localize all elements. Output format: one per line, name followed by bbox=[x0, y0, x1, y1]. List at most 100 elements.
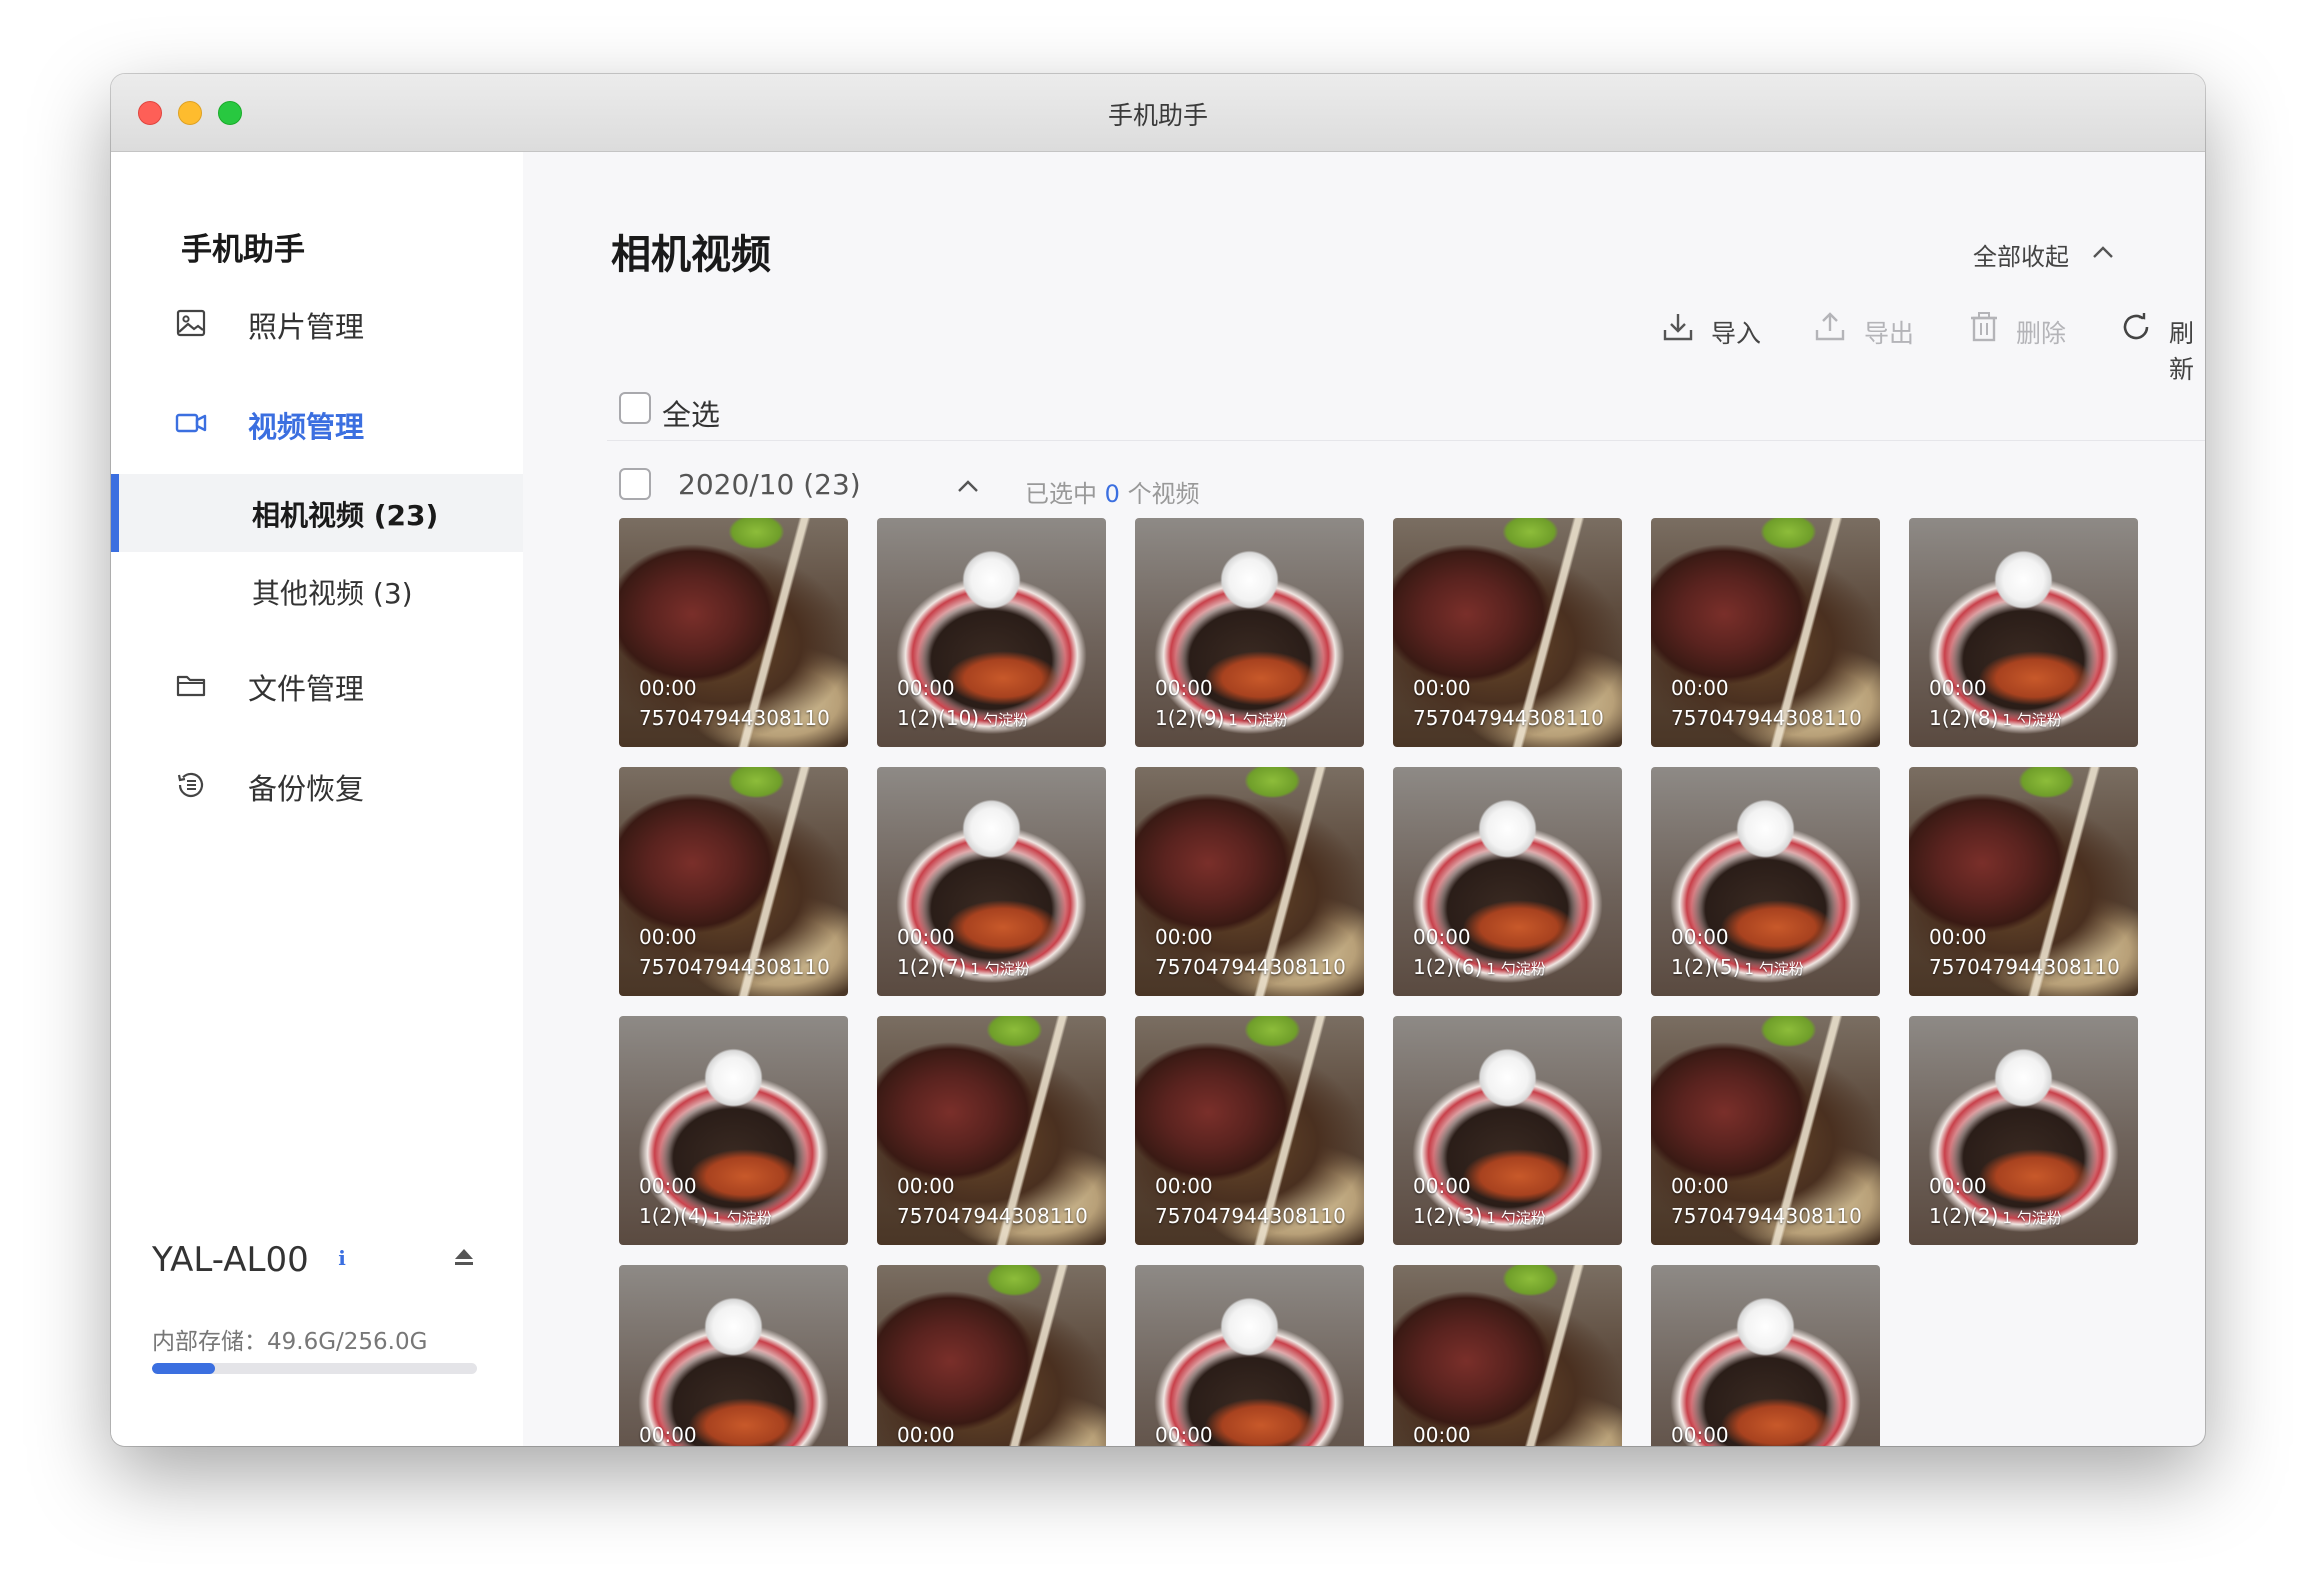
video-name-text: 1(2)(9) bbox=[1155, 706, 1225, 730]
sidebar-item-files[interactable]: 文件管理 bbox=[111, 648, 523, 722]
selected-info: 已选中 0 个视频 bbox=[1025, 474, 1200, 509]
video-name-text: 1(2)(6) bbox=[1413, 955, 1483, 979]
export-button[interactable]: 导出 bbox=[1864, 314, 1914, 350]
video-duration: 00:00 bbox=[1155, 1423, 1213, 1446]
video-duration: 00:00 bbox=[1155, 676, 1213, 700]
video-thumbnail[interactable]: 00:00 1(2)(4) 1 勺淀粉 bbox=[619, 1016, 848, 1245]
video-overlay-text: 1 勺淀粉 bbox=[2002, 1209, 2062, 1227]
import-button[interactable]: 导入 bbox=[1711, 314, 1761, 350]
refresh-icon[interactable] bbox=[2119, 310, 2153, 344]
video-name: 1(2)(8) 1 勺淀粉 bbox=[1929, 706, 2062, 730]
storage-bar-fill bbox=[152, 1363, 216, 1374]
video-name-text: 1(2)(10) bbox=[897, 706, 980, 730]
video-duration: 00:00 bbox=[1671, 1423, 1729, 1446]
export-icon[interactable] bbox=[1813, 310, 1847, 344]
select-all-checkbox[interactable] bbox=[619, 392, 651, 424]
sidebar-item-videos[interactable]: 视频管理 bbox=[111, 386, 523, 460]
video-duration: 00:00 bbox=[639, 1423, 697, 1446]
info-icon[interactable]: i bbox=[329, 1245, 355, 1271]
video-duration: 00:00 bbox=[639, 676, 697, 700]
sidebar-item-backup[interactable]: 备份恢复 bbox=[111, 748, 523, 822]
sidebar-subitem-label: 其他视频 (3) bbox=[252, 577, 413, 610]
chevron-up-icon[interactable] bbox=[2090, 240, 2116, 264]
video-thumbnail[interactable]: 00:00757047944308110 bbox=[1909, 767, 2138, 996]
video-thumbnail[interactable]: 00:00 1(2)(10) 勺淀粉 bbox=[877, 518, 1106, 747]
collapse-all-button[interactable]: 全部收起 bbox=[1973, 237, 2069, 272]
delete-button[interactable]: 删除 bbox=[2016, 314, 2066, 350]
chevron-up-icon[interactable] bbox=[955, 474, 981, 498]
video-name: 757047944308110 bbox=[639, 706, 830, 730]
video-duration: 00:00 bbox=[897, 1174, 955, 1198]
video-thumbnail[interactable]: 00:00757047944308110 bbox=[1651, 518, 1880, 747]
sidebar: 手机助手 照片管理 视频管理 相机视频 (23) 其他视频 (3) 文件管理 备… bbox=[111, 152, 523, 1446]
video-thumbnail[interactable]: 00:00 1(2)(5) 1 勺淀粉 bbox=[1651, 767, 1880, 996]
refresh-button[interactable]: 刷新 bbox=[2169, 314, 2205, 386]
page-title: 相机视频 bbox=[611, 232, 771, 278]
main-panel: 相机视频 全部收起 全选 导入 导出 删除 刷新 2020/10 (23) 已选… bbox=[523, 152, 2205, 1446]
video-name: 757047944308110 bbox=[897, 1204, 1088, 1228]
video-duration: 00:00 bbox=[1155, 1174, 1213, 1198]
video-camera-icon bbox=[175, 413, 207, 433]
import-icon[interactable] bbox=[1661, 310, 1695, 344]
video-thumbnail[interactable]: 00:00 1(2)(9) 1 勺淀粉 bbox=[1135, 518, 1364, 747]
video-thumbnail[interactable]: 00:00757047944308110 bbox=[877, 1265, 1106, 1446]
video-name: 1(2)(5) 1 勺淀粉 bbox=[1671, 955, 1804, 979]
video-name: 1(2)(10) 勺淀粉 bbox=[897, 706, 1028, 730]
backup-icon bbox=[177, 772, 204, 798]
video-overlay-text: 1 勺淀粉 bbox=[2002, 711, 2062, 729]
video-name-text: 1(2)(5) bbox=[1671, 955, 1741, 979]
video-name-text: 1(2)(8) bbox=[1929, 706, 1999, 730]
image-icon bbox=[176, 309, 206, 337]
video-duration: 00:00 bbox=[639, 925, 697, 949]
video-thumbnail[interactable]: 00:001(2)(1)1 勺淀粉 bbox=[619, 1265, 848, 1446]
video-thumbnail[interactable]: 00:00 757047944308110 bbox=[877, 1016, 1106, 1245]
video-thumbnail[interactable]: 00:00 1(2)(8) 1 勺淀粉 bbox=[1909, 518, 2138, 747]
video-thumbnail[interactable]: 00:00 1(2)(7) 1 勺淀粉 bbox=[877, 767, 1106, 996]
sidebar-subitem-camera-videos[interactable]: 相机视频 (23) bbox=[111, 474, 523, 552]
video-overlay-text: 1 勺淀粉 bbox=[1228, 711, 1288, 729]
sidebar-item-label: 备份恢复 bbox=[248, 772, 365, 806]
video-name: 757047944308110 bbox=[1671, 1204, 1862, 1228]
video-thumbnail[interactable]: 00:00171348648785302 bbox=[1135, 1265, 1364, 1446]
folder-icon bbox=[176, 675, 206, 697]
video-duration: 00:00 bbox=[897, 1423, 955, 1446]
video-duration: 00:00 bbox=[1413, 925, 1471, 949]
device-name: YAL-AL00 bbox=[152, 1240, 309, 1280]
video-thumbnail[interactable]: 00:00757047944308110 bbox=[1393, 518, 1622, 747]
sidebar-item-label: 照片管理 bbox=[248, 310, 365, 344]
video-duration: 00:00 bbox=[639, 1174, 697, 1198]
video-overlay-text: 1 勺淀粉 bbox=[970, 960, 1030, 978]
video-thumbnail[interactable]: 00:00757047944308110 bbox=[1393, 1265, 1622, 1446]
toolbar-divider bbox=[607, 440, 2205, 441]
video-thumbnail[interactable]: 00:00 757047944308110 bbox=[619, 518, 848, 747]
video-name: 757047944308110 bbox=[1155, 1204, 1346, 1228]
video-overlay-text: 1 勺淀粉 bbox=[712, 1209, 772, 1227]
video-name: 1(2)(7) 1 勺淀粉 bbox=[897, 955, 1030, 979]
video-thumbnail[interactable]: 00:00 1(2)(2) 1 勺淀粉 bbox=[1909, 1016, 2138, 1245]
video-name: 757047944308110 bbox=[1413, 706, 1604, 730]
video-thumbnail[interactable]: 00:001(2)1 勺淀粉 bbox=[1651, 1265, 1880, 1446]
video-thumbnail[interactable]: 00:00757047944308110 bbox=[619, 767, 848, 996]
video-duration: 00:00 bbox=[1929, 1174, 1987, 1198]
group-select-checkbox[interactable] bbox=[619, 468, 651, 500]
trash-icon[interactable] bbox=[1967, 310, 2001, 344]
video-thumbnail[interactable]: 00:00 757047944308110 bbox=[1135, 1016, 1364, 1245]
video-name: 757047944308110 bbox=[1671, 706, 1862, 730]
video-thumbnail[interactable]: 00:00 1(2)(3) 1 勺淀粉 bbox=[1393, 1016, 1622, 1245]
video-name-text: 1(2)(4) bbox=[639, 1204, 709, 1228]
eject-icon[interactable] bbox=[452, 1246, 476, 1270]
video-thumbnail[interactable]: 00:00757047944308110 bbox=[1651, 1016, 1880, 1245]
video-overlay-text: 勺淀粉 bbox=[983, 711, 1029, 729]
sidebar-subitem-label: 相机视频 (23) bbox=[252, 499, 439, 532]
video-name-text: 757047944308110 bbox=[1671, 1204, 1862, 1228]
title-bar[interactable]: 手机助手 bbox=[111, 74, 2205, 152]
sidebar-subitem-other-videos[interactable]: 其他视频 (3) bbox=[111, 552, 523, 630]
video-thumbnail[interactable]: 00:00 1(2)(6) 1 勺淀粉 bbox=[1393, 767, 1622, 996]
video-name-text: 757047944308110 bbox=[1929, 955, 2120, 979]
video-name: 1(2)(9) 1 勺淀粉 bbox=[1155, 706, 1288, 730]
video-name-text: 757047944308110 bbox=[897, 1204, 1088, 1228]
sidebar-item-photos[interactable]: 照片管理 bbox=[111, 286, 523, 360]
video-thumbnail[interactable]: 00:00757047944308110 bbox=[1135, 767, 1364, 996]
video-name-text: 757047944308110 bbox=[1671, 706, 1862, 730]
selected-count: 0 bbox=[1104, 480, 1120, 508]
